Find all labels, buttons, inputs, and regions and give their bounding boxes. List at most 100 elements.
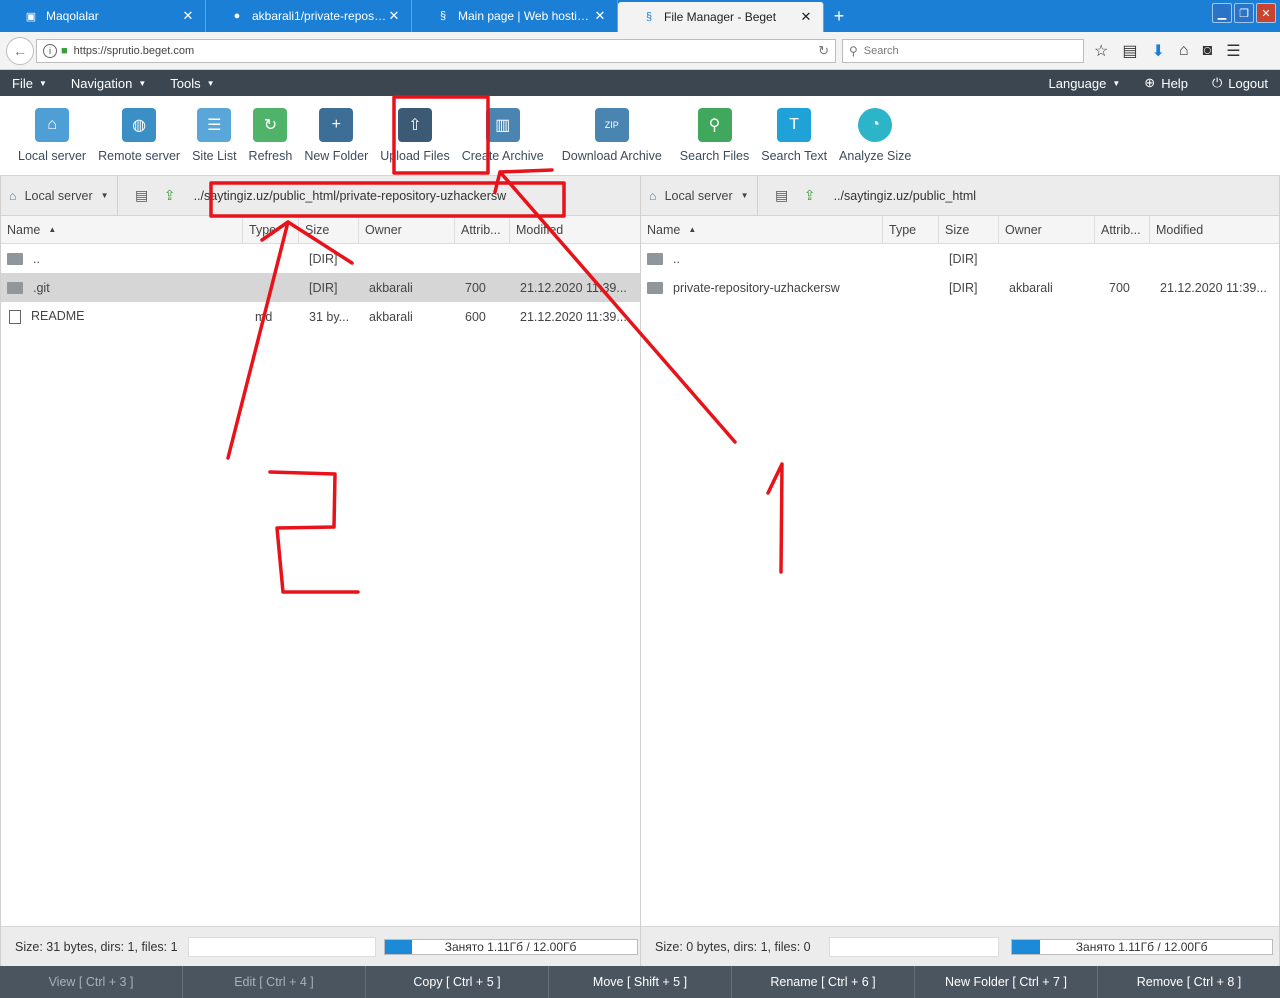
tab-close-icon[interactable]: ✕ [387,8,401,24]
back-arrow-icon[interactable]: ← [6,36,34,65]
remove-button[interactable]: Remove [ Ctrl + 8 ] [1098,966,1280,998]
minimize-icon[interactable]: ▁ [1212,3,1232,23]
remote-server-button[interactable]: ◍ Remote server [92,96,186,163]
right-column-header: Name ▲ Type Size Owner Attrib... Modified [641,215,1279,244]
tool-label: Refresh [248,149,293,163]
info-icon[interactable]: i [43,43,57,58]
drive-icon[interactable]: ▤ [128,187,156,204]
right-server-select[interactable]: ⌂ Local server ▼ [641,175,758,216]
window-close-icon[interactable]: ✕ [1256,3,1276,23]
col-modified[interactable]: Modified [1150,216,1276,244]
refresh-button[interactable]: ↻ Refresh [243,96,299,163]
restore-icon[interactable]: ❐ [1234,3,1254,23]
col-label: Name [647,222,681,237]
hamburger-menu-icon[interactable]: ☰ [1226,41,1240,61]
quota-bar: Занято 1.11Гб / 12.00Гб [1010,938,1273,955]
folder-up-icon[interactable]: ⇪ [796,187,824,204]
rename-button[interactable]: Rename [ Ctrl + 6 ] [732,966,915,998]
table-row[interactable]: .. [DIR] [641,244,1279,273]
move-button[interactable]: Move [ Shift + 5 ] [549,966,732,998]
menu-label: File [12,75,33,91]
reload-icon[interactable]: ↻ [818,43,829,59]
new-folder-fkey-button[interactable]: New Folder [ Ctrl + 7 ] [915,966,1098,998]
table-row[interactable]: .. [DIR] [1,244,640,273]
reading-list-icon[interactable]: ▤ [1122,41,1137,61]
row-modified: 21.12.2020 11:39... [520,280,627,295]
status-text: Size: 31 bytes, dirs: 1, files: 1 [15,939,178,954]
local-server-button[interactable]: ⌂ Local server [12,96,92,163]
search-text-button[interactable]: T Search Text [755,96,833,163]
browser-tab-file-manager[interactable]: § File Manager - Beget ✕ [618,2,824,32]
menu-logout[interactable]: ⏻ Logout [1200,75,1280,91]
new-folder-button[interactable]: + New Folder [298,96,374,163]
col-type[interactable]: Type [883,215,939,244]
menu-label: Tools [170,75,201,91]
url-text: https://sprutio.beget.com [73,44,195,57]
new-tab-button[interactable]: + [824,0,854,32]
create-archive-button[interactable]: ▥ Create Archive [456,96,550,163]
menu-label: Logout [1228,75,1268,91]
table-row[interactable]: README md 31 by... akbarali 600 21.12.20… [1,302,640,331]
col-name[interactable]: Name ▲ [641,215,883,244]
copy-button[interactable]: Copy [ Ctrl + 5 ] [366,966,549,998]
upload-icon: ⇧ [397,108,432,142]
right-path-text[interactable]: ../saytingiz.uz/public_html [834,189,976,203]
site-list-button[interactable]: ☰ Site List [186,96,242,163]
menu-file[interactable]: File ▼ [0,76,59,91]
search-files-button[interactable]: ⚲ Search Files [668,96,755,163]
col-type[interactable]: Type [243,215,299,244]
caret-down-icon: ▼ [138,78,147,88]
folder-up-icon[interactable]: ⇪ [156,187,184,204]
status-blank-field [187,936,376,957]
analyze-size-button[interactable]: ◔ Analyze Size [833,96,917,163]
pocket-icon[interactable]: ◙ [1203,42,1213,60]
menu-language[interactable]: Language ▼ [1037,75,1133,91]
row-name: private-repository-uzhackersw [673,280,840,295]
bookmark-star-icon[interactable]: ☆ [1094,41,1108,61]
site-list-icon: ☰ [197,108,232,142]
table-row[interactable]: .git [DIR] akbarali 700 21.12.2020 11:39… [1,273,640,302]
left-server-select[interactable]: ⌂ Local server ▼ [1,175,118,216]
quota-text: Занято 1.11Гб / 12.00Гб [444,939,577,954]
download-icon[interactable]: ⬇ [1151,41,1164,61]
sort-asc-icon: ▲ [688,225,697,234]
col-name[interactable]: Name ▲ [1,215,243,244]
tool-label: New Folder [304,149,369,163]
address-bar[interactable]: i ■ https://sprutio.beget.com ↻ [36,38,836,63]
tool-label: Search Files [679,149,750,163]
download-archive-button[interactable]: ZIP Download Archive [550,96,668,163]
menu-tools[interactable]: Tools ▼ [158,76,226,91]
app-menu-bar: File ▼ Navigation ▼ Tools ▼ Language ▼ ⊕ Help… [0,70,1280,96]
col-size[interactable]: Size [299,215,359,244]
left-path-text[interactable]: ../saytingiz.uz/public_html/private-repo… [194,189,507,203]
col-size[interactable]: Size [939,215,999,244]
edit-button[interactable]: Edit [ Ctrl + 4 ] [183,966,366,998]
drive-icon[interactable]: ▤ [768,187,796,204]
browser-search-input[interactable]: ⚲ Search [842,38,1084,63]
menu-label: Language [1048,75,1107,91]
row-type: md [255,309,273,324]
tab-label: akbarali1/private-repository-... [252,9,387,23]
browser-tab-maqolalar[interactable]: ▣ Maqolalar ✕ [0,0,206,32]
col-attr[interactable]: Attrib... [455,215,510,244]
tab-close-icon[interactable]: ✕ [593,8,607,24]
menu-navigation[interactable]: Navigation ▼ [59,76,158,91]
left-status-bar: Size: 31 bytes, dirs: 1, files: 1 Занято… [1,926,640,966]
search-icon: ⚲ [849,43,858,58]
menu-help[interactable]: ⊕ Help [1132,75,1200,91]
browser-tab-beget-main[interactable]: § Main page | Web hosting cont... ✕ [412,0,618,32]
col-owner[interactable]: Owner [359,215,455,244]
row-owner: akbarali [1009,280,1053,295]
home-icon[interactable]: ⌂ [1179,42,1189,60]
table-row[interactable]: private-repository-uzhackersw [DIR] akba… [641,273,1279,302]
col-attr[interactable]: Attrib... [1095,215,1150,244]
tab-close-icon[interactable]: ✕ [799,9,813,25]
tab-close-icon[interactable]: ✕ [181,8,195,24]
folder-up-icon [7,253,23,266]
upload-files-button[interactable]: ⇧ Upload Files [374,96,455,163]
view-button[interactable]: View [ Ctrl + 3 ] [0,966,183,998]
archive-icon: ▥ [485,108,520,142]
col-modified[interactable]: Modified [510,216,636,244]
col-owner[interactable]: Owner [999,215,1095,244]
browser-tab-github[interactable]: ● akbarali1/private-repository-... ✕ [206,0,412,32]
